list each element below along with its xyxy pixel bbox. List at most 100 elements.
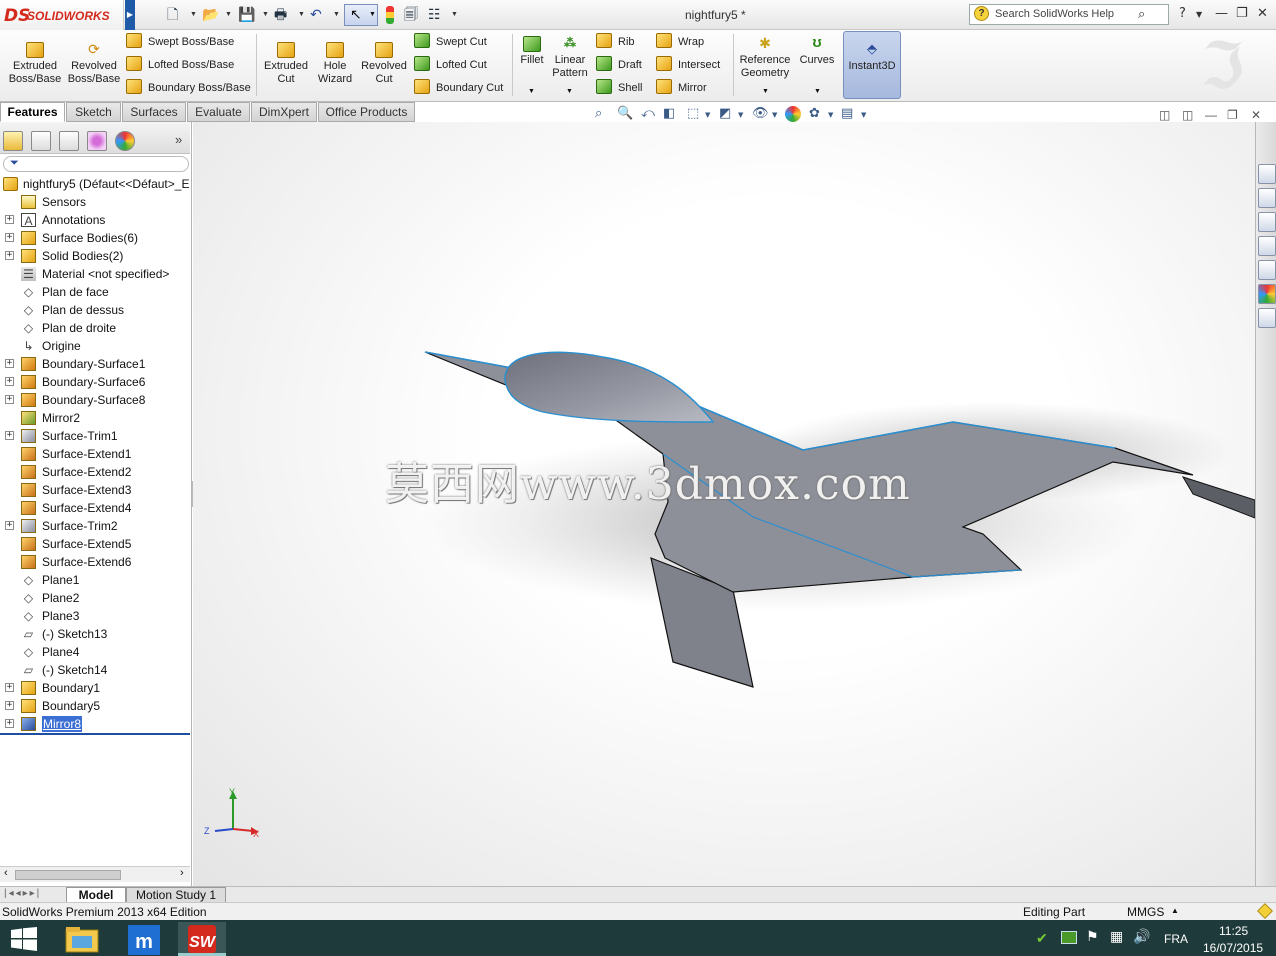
- tree-item[interactable]: Surface-Extend3: [0, 481, 190, 499]
- tree-item[interactable]: + Boundary-Surface1: [0, 355, 190, 373]
- solidworks-taskbar-icon[interactable]: SW: [178, 922, 226, 956]
- tree-item[interactable]: Surface-Extend2: [0, 463, 190, 481]
- reference-geometry-dropdown-icon[interactable]: ▼: [762, 88, 769, 95]
- expand-toggle-icon[interactable]: +: [5, 701, 14, 710]
- swept-cut-button[interactable]: Swept Cut: [414, 32, 487, 52]
- expand-toggle-icon[interactable]: +: [5, 719, 14, 728]
- tree-item[interactable]: + Surface-Trim2: [0, 517, 190, 535]
- tree-item[interactable]: ◇ Plane4: [0, 643, 190, 661]
- tree-item[interactable]: + A Annotations: [0, 211, 190, 229]
- apply-scene-icon[interactable]: ✿: [809, 106, 820, 121]
- tree-item[interactable]: Surface-Extend1: [0, 445, 190, 463]
- doc-close-icon[interactable]: ✕: [1251, 108, 1261, 122]
- options-dropdown-icon[interactable]: ▼: [451, 5, 458, 25]
- minimize-window-icon[interactable]: —: [1215, 6, 1228, 21]
- file-explorer-icon[interactable]: [1258, 236, 1276, 256]
- doc-minimize-icon[interactable]: —: [1205, 108, 1217, 122]
- file-properties-icon[interactable]: 🗐: [404, 5, 418, 25]
- new-document-icon[interactable]: 🗋: [167, 5, 178, 25]
- draft-button[interactable]: Draft: [596, 55, 642, 75]
- tab-surfaces[interactable]: Surfaces: [122, 102, 186, 122]
- save-icon[interactable]: 💾: [238, 5, 255, 25]
- viewport-single-view-icon[interactable]: ◫: [1159, 108, 1170, 122]
- expand-toggle-icon[interactable]: +: [5, 521, 14, 530]
- swept-boss-button[interactable]: Swept Boss/Base: [126, 32, 234, 52]
- undo-dropdown-icon[interactable]: ▼: [333, 5, 340, 25]
- maxthon-taskbar-icon[interactable]: m: [120, 922, 168, 956]
- clock-date[interactable]: 16/07/2015: [1203, 941, 1263, 955]
- help-icon[interactable]: ?: [1179, 6, 1186, 21]
- undo-icon[interactable]: ↶: [310, 5, 322, 25]
- rebuild-traffic-light-icon[interactable]: [386, 6, 394, 24]
- scroll-left-icon[interactable]: ‹: [4, 867, 8, 879]
- tree-item[interactable]: Surface-Extend6: [0, 553, 190, 571]
- help-dropdown-icon[interactable]: ▼: [1196, 10, 1202, 19]
- scroll-thumb[interactable]: [15, 870, 121, 880]
- volume-tray-icon[interactable]: 🔊: [1133, 928, 1150, 945]
- close-window-icon[interactable]: ✕: [1257, 6, 1268, 21]
- tab-sketch[interactable]: Sketch: [66, 102, 121, 122]
- view-orientation-icon[interactable]: ⬚: [687, 106, 699, 121]
- hide-show-items-icon[interactable]: 👁: [752, 106, 769, 121]
- tree-item[interactable]: ◇ Plane1: [0, 571, 190, 589]
- previous-view-icon[interactable]: ⤺: [641, 106, 655, 121]
- expand-toggle-icon[interactable]: +: [5, 395, 14, 404]
- tree-item[interactable]: Surface-Extend4: [0, 499, 190, 517]
- design-library-icon[interactable]: [1258, 212, 1276, 232]
- propertymanager-icon[interactable]: [31, 131, 51, 151]
- units-dropdown-icon[interactable]: ▲: [1171, 906, 1179, 915]
- expand-toggle-icon[interactable]: +: [5, 377, 14, 386]
- scroll-right-icon[interactable]: ›: [180, 867, 184, 879]
- expand-toggle-icon[interactable]: +: [5, 359, 14, 368]
- tab-evaluate[interactable]: Evaluate: [187, 102, 250, 122]
- extruded-boss-button[interactable]: Extruded Boss/Base: [6, 42, 64, 86]
- extruded-cut-button[interactable]: Extruded Cut: [260, 42, 312, 86]
- lofted-boss-button[interactable]: Lofted Boss/Base: [126, 55, 234, 75]
- tree-item[interactable]: + Surface Bodies(6): [0, 229, 190, 247]
- tab-office-products[interactable]: Office Products: [318, 102, 415, 122]
- shell-button[interactable]: Shell: [596, 78, 642, 98]
- tab-motion-study[interactable]: Motion Study 1: [126, 887, 226, 903]
- select-tool-button[interactable]: ↖ ▼: [344, 4, 378, 26]
- zoom-to-fit-icon[interactable]: ⌕: [595, 106, 602, 121]
- tree-item[interactable]: ▱ (-) Sketch14: [0, 661, 190, 679]
- tree-item[interactable]: + Mirror8: [0, 715, 190, 733]
- hide-show-dropdown-icon[interactable]: ▼: [772, 111, 777, 119]
- tree-item[interactable]: ↳ Origine: [0, 337, 190, 355]
- open-folder-icon[interactable]: 📂: [202, 5, 219, 25]
- rollback-bar[interactable]: [0, 733, 190, 735]
- tree-item[interactable]: + Boundary5: [0, 697, 190, 715]
- revolved-cut-button[interactable]: Revolved Cut: [358, 42, 410, 86]
- expand-tabs-icon[interactable]: »: [175, 132, 182, 147]
- action-center-flag-icon[interactable]: ⚑: [1086, 928, 1099, 945]
- intersect-button[interactable]: Intersect: [656, 55, 720, 75]
- wrap-button[interactable]: Wrap: [656, 32, 704, 52]
- tree-item[interactable]: ◇ Plane2: [0, 589, 190, 607]
- tree-item[interactable]: ▱ (-) Sketch13: [0, 625, 190, 643]
- expand-toggle-icon[interactable]: +: [5, 215, 14, 224]
- solidworks-logo[interactable]: DS SOLIDWORKS: [0, 0, 124, 30]
- units-label[interactable]: MMGS: [1127, 905, 1164, 919]
- edit-appearance-icon[interactable]: [785, 106, 801, 122]
- tree-item[interactable]: ◇ Plane3: [0, 607, 190, 625]
- tree-item[interactable]: + Boundary1: [0, 679, 190, 697]
- solidworks-resources-icon[interactable]: [1258, 164, 1276, 184]
- fillet-button[interactable]: Fillet: [516, 36, 548, 67]
- featuremanager-tree-icon[interactable]: [3, 131, 23, 151]
- tree-item[interactable]: + Boundary-Surface6: [0, 373, 190, 391]
- linear-pattern-button[interactable]: ⁂ Linear Pattern: [548, 36, 592, 80]
- custom-properties-icon[interactable]: [1258, 308, 1276, 328]
- tree-filter-field[interactable]: ⏷: [3, 156, 189, 172]
- section-view-icon[interactable]: ◧: [663, 106, 675, 121]
- security-tray-icon[interactable]: ✔: [1036, 930, 1048, 947]
- tree-horizontal-scrollbar[interactable]: ‹ ›: [0, 866, 190, 882]
- reference-geometry-button[interactable]: ✱ Reference Geometry: [737, 36, 793, 80]
- help-search-box[interactable]: ? Search SolidWorks Help ⌕: [969, 4, 1169, 25]
- revolved-boss-button[interactable]: ⟳ Revolved Boss/Base: [66, 42, 122, 86]
- tree-item[interactable]: Surface-Extend5: [0, 535, 190, 553]
- view-settings-icon[interactable]: ▤: [841, 106, 853, 121]
- new-dropdown-icon[interactable]: ▼: [190, 5, 197, 25]
- lofted-cut-button[interactable]: Lofted Cut: [414, 55, 487, 75]
- print-icon[interactable]: 🖶: [274, 5, 287, 25]
- boundary-cut-button[interactable]: Boundary Cut: [414, 78, 503, 98]
